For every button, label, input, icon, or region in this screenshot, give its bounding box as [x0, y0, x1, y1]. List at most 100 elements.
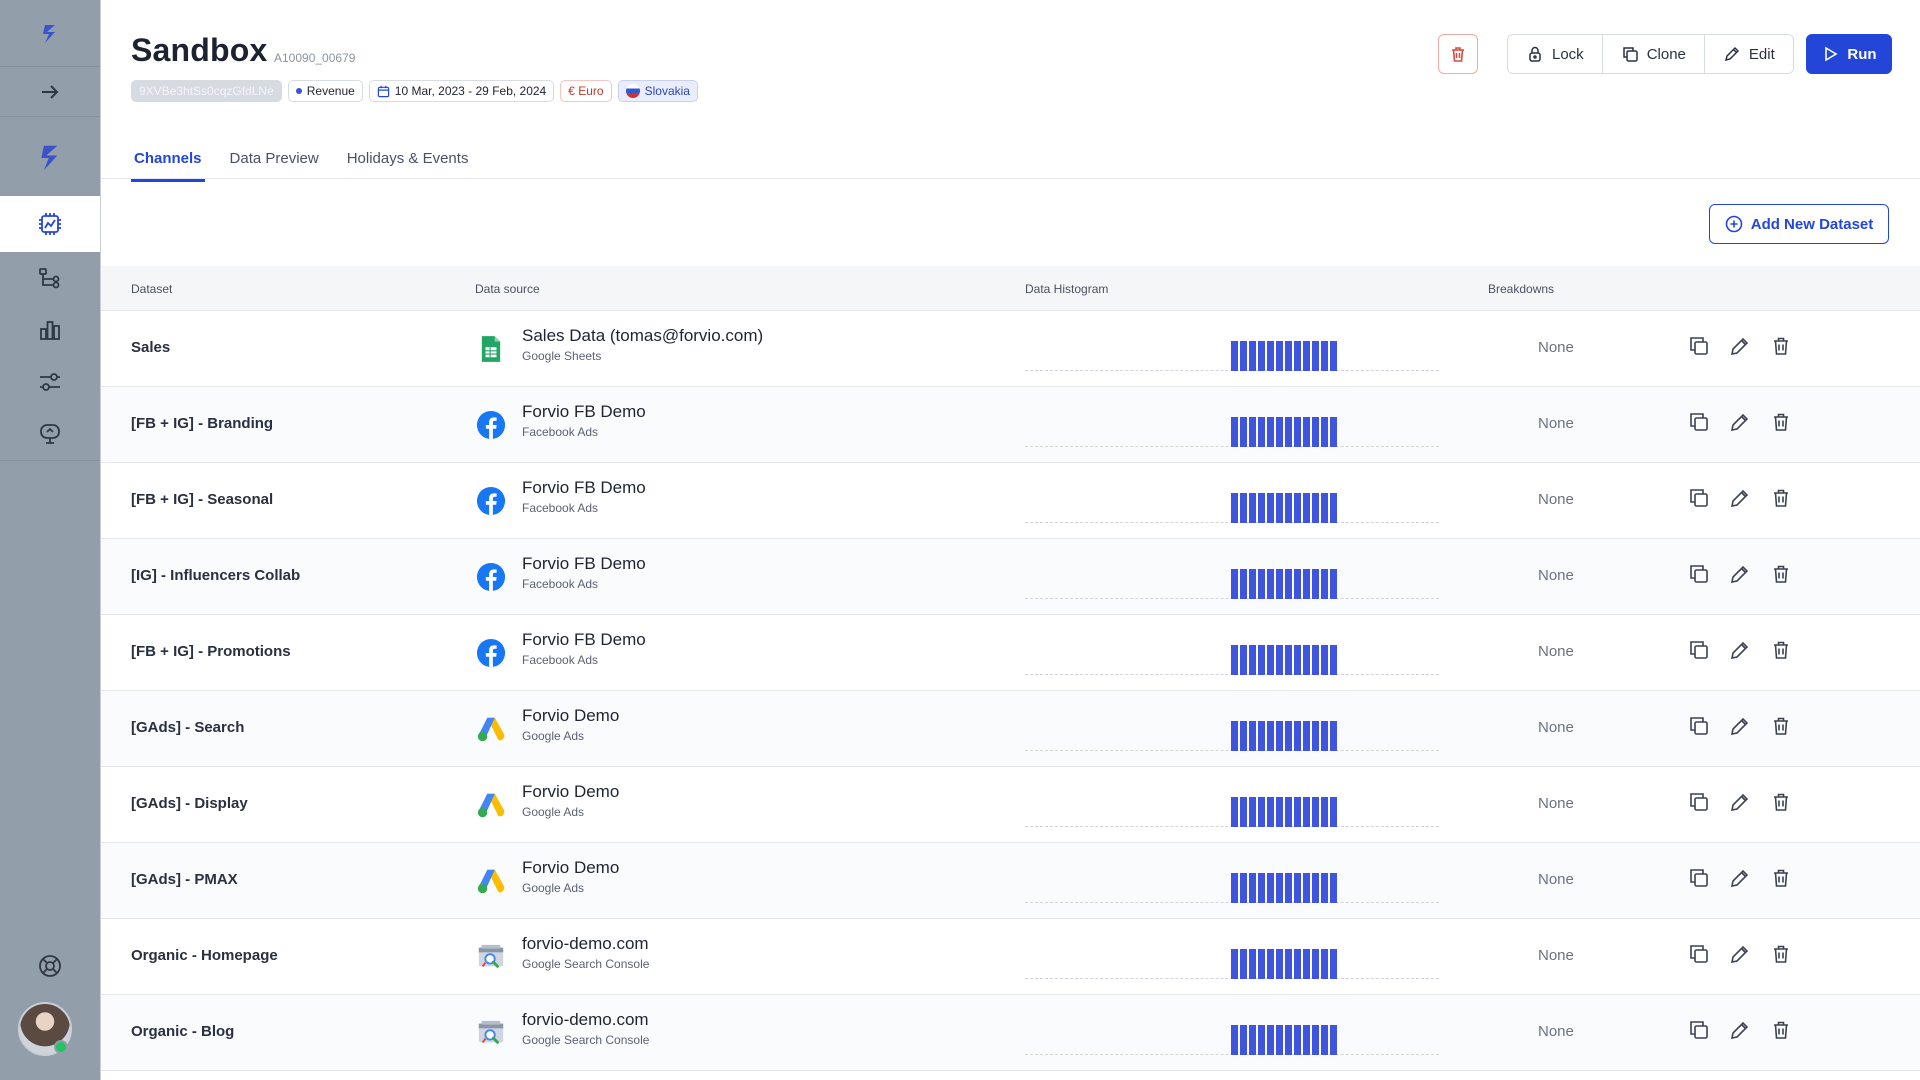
copy-icon[interactable] — [1688, 563, 1710, 585]
slovakia-flag-icon — [625, 84, 640, 98]
data-histogram — [1025, 555, 1439, 599]
trash-icon[interactable] — [1770, 335, 1792, 357]
histogram-bar — [1231, 645, 1238, 675]
tab-channels[interactable]: Channels — [131, 146, 205, 182]
trash-icon[interactable] — [1770, 487, 1792, 509]
histogram-bar — [1267, 417, 1274, 447]
histogram-bar — [1276, 645, 1283, 675]
sidebar-item-reports[interactable] — [0, 304, 100, 356]
histogram-bar — [1312, 645, 1319, 675]
trash-icon[interactable] — [1770, 715, 1792, 737]
workspace-logo-icon[interactable] — [0, 128, 100, 188]
sidebar-item-flows[interactable] — [0, 252, 100, 304]
histogram-bar — [1285, 873, 1292, 903]
pencil-icon[interactable] — [1729, 715, 1751, 737]
source-name: Forvio FB Demo — [522, 402, 646, 421]
copy-icon[interactable] — [1688, 487, 1710, 509]
trash-icon[interactable] — [1770, 563, 1792, 585]
app-logo-icon[interactable] — [0, 8, 100, 60]
table-row[interactable]: Sales Sales Data (tomas@forvio.com) Goog… — [101, 311, 1920, 387]
trash-icon[interactable] — [1770, 1019, 1792, 1041]
sidebar-item-settings[interactable] — [0, 356, 100, 408]
pencil-icon[interactable] — [1729, 563, 1751, 585]
model-actions-group: Lock Clone Edit — [1507, 34, 1794, 74]
facebook-icon — [475, 561, 507, 593]
copy-icon[interactable] — [1688, 791, 1710, 813]
api-key-tag[interactable]: 9XVBe3htSs0cqzGfdLNe — [131, 80, 282, 102]
run-button[interactable]: Run — [1806, 34, 1892, 74]
histogram-bar — [1303, 569, 1310, 599]
copy-icon[interactable] — [1688, 411, 1710, 433]
histogram-bar — [1294, 341, 1301, 371]
copy-icon[interactable] — [1688, 715, 1710, 737]
histogram-bar — [1267, 569, 1274, 599]
copy-icon[interactable] — [1688, 335, 1710, 357]
table-row[interactable]: [GAds] - Search Forvio Demo Google Ads N… — [101, 691, 1920, 767]
sidebar-item-insights[interactable] — [0, 408, 100, 460]
search-console-icon — [478, 944, 504, 968]
histogram-bar — [1303, 797, 1310, 827]
pencil-icon[interactable] — [1729, 335, 1751, 357]
copy-icon[interactable] — [1688, 639, 1710, 661]
trash-icon[interactable] — [1770, 943, 1792, 965]
metric-tag: Revenue — [287, 80, 363, 102]
table-row[interactable]: [FB + IG] - Promotions Forvio FB Demo Fa… — [101, 615, 1920, 691]
pencil-icon[interactable] — [1729, 411, 1751, 433]
trash-icon[interactable] — [1770, 411, 1792, 433]
help-lifebuoy-icon[interactable] — [0, 940, 100, 992]
data-histogram — [1025, 1011, 1439, 1055]
histogram-bar — [1267, 873, 1274, 903]
page-title: Sandbox — [131, 32, 268, 68]
sidebar-item-models[interactable] — [0, 196, 100, 252]
header-data-histogram: Data Histogram — [1025, 282, 1109, 296]
table-row[interactable]: [GAds] - PMAX Forvio Demo Google Ads Non… — [101, 843, 1920, 919]
histogram-bar — [1267, 797, 1274, 827]
pencil-icon[interactable] — [1729, 791, 1751, 813]
dataset-name: [FB + IG] - Promotions — [131, 643, 291, 660]
copy-icon[interactable] — [1688, 867, 1710, 889]
table-row[interactable]: [IG] - Influencers Collab Forvio FB Demo… — [101, 539, 1920, 615]
trash-icon[interactable] — [1770, 639, 1792, 661]
lock-button[interactable]: Lock — [1508, 35, 1603, 73]
trash-icon[interactable] — [1770, 791, 1792, 813]
expand-sidebar-arrow-icon[interactable] — [0, 66, 100, 118]
pencil-icon[interactable] — [1729, 487, 1751, 509]
table-row[interactable]: Organic - Blog forvio-demo.com Google Se… — [101, 995, 1920, 1071]
table-row[interactable]: [FB + IG] - Seasonal Forvio FB Demo Face… — [101, 463, 1920, 539]
source-name: Sales Data (tomas@forvio.com) — [522, 326, 764, 345]
pencil-icon[interactable] — [1729, 943, 1751, 965]
data-histogram — [1025, 859, 1439, 903]
trash-icon[interactable] — [1770, 867, 1792, 889]
histogram-bar — [1231, 949, 1238, 979]
histogram-bar — [1231, 417, 1238, 447]
table-row[interactable]: [FB + IG] - Branding Forvio FB Demo Face… — [101, 387, 1920, 463]
histogram-bar — [1321, 721, 1328, 751]
clone-button[interactable]: Clone — [1602, 35, 1705, 73]
copy-icon[interactable] — [1688, 1019, 1710, 1041]
edit-button[interactable]: Edit — [1704, 35, 1793, 73]
pencil-icon[interactable] — [1729, 639, 1751, 661]
breakdowns-value: None — [1538, 947, 1574, 964]
histogram-bar — [1285, 493, 1292, 523]
pencil-icon[interactable] — [1729, 867, 1751, 889]
histogram-bar — [1231, 721, 1238, 751]
tab-holidays-events[interactable]: Holidays & Events — [344, 146, 472, 182]
plus-circle-icon — [1725, 215, 1743, 233]
delete-model-button[interactable] — [1438, 34, 1478, 74]
dataset-name: [GAds] - Search — [131, 719, 245, 736]
histogram-bar — [1249, 417, 1256, 447]
data-source: Forvio FB Demo Facebook Ads — [522, 630, 646, 667]
currency-tag: € Euro — [560, 80, 612, 102]
header-data-source: Data source — [475, 282, 540, 296]
histogram-bars — [1231, 797, 1337, 827]
pencil-icon[interactable] — [1729, 1019, 1751, 1041]
table-row[interactable]: Organic - Homepage forvio-demo.com Googl… — [101, 919, 1920, 995]
add-new-dataset-button[interactable]: Add New Dataset — [1709, 204, 1889, 244]
histogram-bar — [1330, 493, 1337, 523]
row-actions — [1688, 791, 1792, 813]
copy-icon[interactable] — [1688, 943, 1710, 965]
breakdowns-value: None — [1538, 567, 1574, 584]
tab-data-preview[interactable]: Data Preview — [227, 146, 322, 182]
histogram-bar — [1303, 417, 1310, 447]
table-row[interactable]: [GAds] - Display Forvio Demo Google Ads … — [101, 767, 1920, 843]
